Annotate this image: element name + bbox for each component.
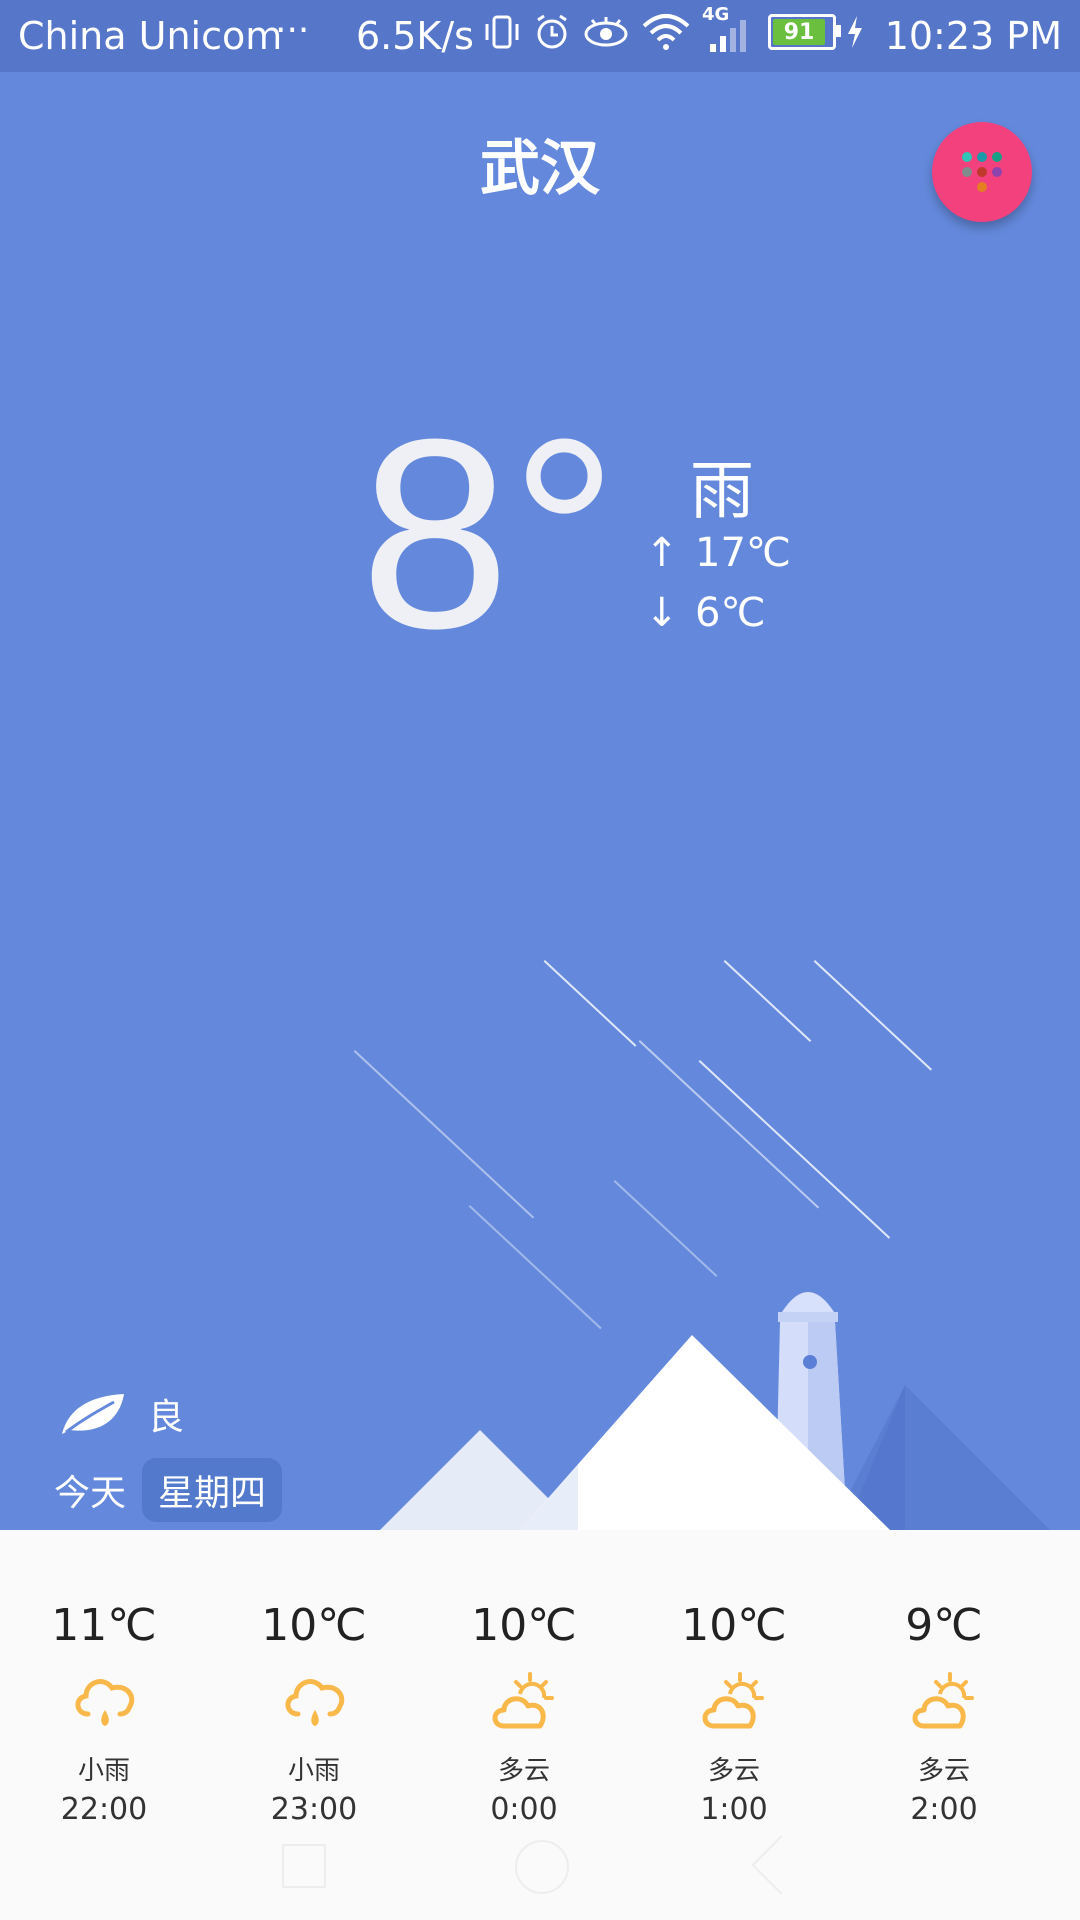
light-rain-icon [285, 1679, 345, 1726]
menu-fab[interactable] [932, 122, 1032, 222]
forecast-temp: 9℃ [905, 1600, 983, 1651]
dots-grid-icon [932, 122, 1032, 222]
forecast-desc: 多云 [917, 1756, 970, 1786]
signal-icon: 4G [702, 4, 752, 54]
weekday-badge: 星期四 [142, 1458, 283, 1522]
network-speed: 6.5K/s [356, 14, 474, 58]
eye-icon [584, 17, 628, 47]
navigation-bar [0, 1830, 1080, 1900]
low-temperature-row: ↓ 6℃ [645, 590, 765, 636]
city-title[interactable]: 武汉 [0, 120, 1080, 207]
forecast-temp: 10℃ [261, 1600, 367, 1651]
forecast-temp: 10℃ [471, 1600, 577, 1651]
back-icon[interactable] [751, 1835, 811, 1895]
status-bar: China Unicom ··· 6.5K/s 4G 91 10:23 PM [0, 0, 1080, 72]
low-temperature: 6℃ [695, 590, 766, 636]
forecast-temp: 10℃ [681, 1600, 787, 1651]
current-condition: 雨 [690, 455, 754, 529]
rain-streak [723, 960, 812, 1042]
high-temperature-row: ↑ 17℃ [645, 530, 791, 576]
down-arrow-icon: ↓ [645, 590, 679, 636]
more-notifications-icon: ··· [275, 10, 310, 51]
partly-cloudy-icon [492, 1672, 554, 1729]
network-type-label: 4G [702, 4, 730, 25]
partly-cloudy-icon [702, 1672, 764, 1729]
forecast-time: 0:00 [490, 1792, 558, 1827]
wifi-icon [642, 14, 690, 50]
date-row: 今天 星期四 [54, 1458, 283, 1522]
forecast-desc: 多云 [707, 1756, 760, 1786]
forecast-time: 2:00 [910, 1792, 978, 1827]
air-quality-label: 良 [148, 1397, 185, 1438]
rain-streak [543, 960, 637, 1047]
forecast-time: 22:00 [60, 1792, 148, 1827]
home-icon[interactable] [515, 1840, 569, 1894]
light-rain-icon [75, 1679, 135, 1726]
current-temperature: 8° [360, 384, 619, 685]
battery-level: 91 [773, 19, 825, 45]
forecast-desc: 多云 [497, 1756, 550, 1786]
high-temperature: 17℃ [695, 530, 791, 576]
air-quality[interactable]: 良 [58, 1388, 184, 1440]
charging-icon [848, 16, 862, 48]
landscape-illustration [380, 1292, 1050, 1530]
partly-cloudy-icon [912, 1672, 974, 1729]
forecast-desc: 小雨 [287, 1756, 340, 1786]
battery-icon: 91 [768, 14, 841, 50]
forecast-temp: 11℃ [51, 1600, 157, 1651]
vibrate-icon [485, 15, 519, 49]
forecast-desc: 小雨 [77, 1756, 130, 1786]
today-label: 今天 [54, 1473, 127, 1514]
alarm-icon [537, 14, 567, 49]
clock: 10:23 PM [884, 14, 1062, 58]
forecast-time: 1:00 [700, 1792, 768, 1827]
leaf-icon [62, 1394, 124, 1434]
up-arrow-icon: ↑ [645, 530, 679, 576]
recent-apps-icon[interactable] [282, 1844, 326, 1888]
status-icons: 4G 91 [482, 4, 864, 54]
forecast-time: 23:00 [270, 1792, 358, 1827]
carrier-label: China Unicom [18, 14, 283, 58]
